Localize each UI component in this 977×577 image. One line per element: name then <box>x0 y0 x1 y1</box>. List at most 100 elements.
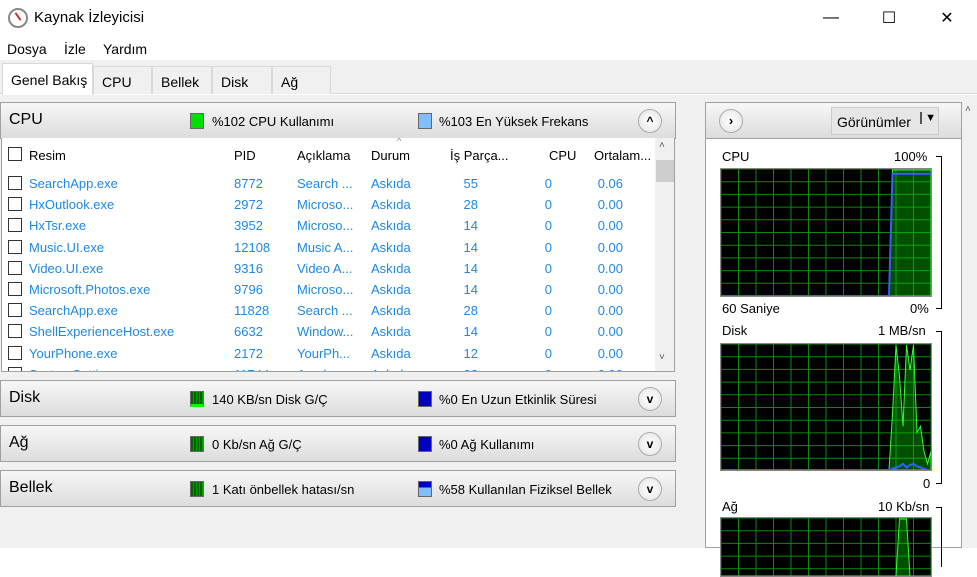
row-checkbox[interactable] <box>8 345 22 360</box>
cell-pid: 11744 <box>234 367 269 371</box>
cell-threads: 14 <box>463 239 478 255</box>
cell-average-cpu: 0.00 <box>597 260 623 276</box>
cell-description: Microso... <box>297 197 354 213</box>
close-button[interactable]: ✕ <box>918 0 976 36</box>
cell-description: Microso... <box>297 282 354 297</box>
table-row[interactable]: SearchApp.exe 11828 Search ... Askıda 28 0 0.0… <box>2 300 654 321</box>
column-header-pid[interactable]: PID <box>234 148 256 163</box>
cell-pid: 11828 <box>234 303 270 319</box>
panel-scrollbar[interactable]: ˄ <box>962 102 977 548</box>
process-table: Resim PID Açıklama ^ Durum İş Parça... C… <box>1 138 675 372</box>
tab-cpu[interactable]: CPU <box>93 66 152 94</box>
cell-image-name: Music.UI.exe <box>29 239 105 255</box>
tab-disk[interactable]: Disk <box>212 66 272 94</box>
collapse-chevron-up-icon[interactable]: ^ <box>638 109 662 133</box>
network-section-header[interactable]: Ağ 0 Kb/sn Ağ G/Ç %0 Ağ Kullanımı v <box>0 425 676 462</box>
select-all-checkbox[interactable] <box>8 147 22 161</box>
cell-average-cpu: 0.06 <box>597 176 623 191</box>
scrollbar-thumb[interactable] <box>656 160 674 182</box>
minimize-button[interactable]: — <box>802 0 860 36</box>
disk-graph-min: 0 <box>923 476 931 491</box>
table-row[interactable]: SearchApp.exe 8772 Search ... Askıda 55 0 0.06 <box>2 173 654 194</box>
row-checkbox[interactable] <box>8 324 22 339</box>
menu-izle[interactable]: İzle <box>64 41 86 57</box>
disk-graph-max: 1 MB/sn <box>878 323 926 338</box>
cell-image-name: HxTsr.exe <box>29 218 87 234</box>
cell-image-name: SearchApp.exe <box>29 303 118 319</box>
tab-ag[interactable]: Ağ <box>272 66 331 94</box>
table-row[interactable]: YourPhone.exe 2172 YourPh... Askıda 12 0 0.00 <box>2 343 654 364</box>
views-dropdown[interactable]: Görünümler ▼ <box>831 107 939 135</box>
cpu-graph <box>720 168 932 297</box>
table-row[interactable]: Music.UI.exe 12108 Music A... Askıda 14 0 0.00 <box>2 237 654 258</box>
disk-section-header[interactable]: Disk 140 KB/sn Disk G/Ç %0 En Uzun Etkin… <box>0 380 676 417</box>
resource-monitor-icon <box>8 8 28 28</box>
row-checkbox[interactable] <box>8 218 22 233</box>
row-checkbox[interactable] <box>8 176 22 190</box>
menu-yardim[interactable]: Yardım <box>103 41 147 57</box>
table-row[interactable]: HxOutlook.exe 2972 Microso... Askıda 28 0 0.00 <box>2 194 654 215</box>
cpu-graph-min: 0% <box>910 301 929 316</box>
cell-pid: 12108 <box>234 239 271 255</box>
column-header-cpu[interactable]: CPU <box>549 148 576 163</box>
collapse-panel-chevron-right-icon[interactable]: › <box>719 109 743 133</box>
cell-status: Askıda <box>371 260 411 276</box>
row-checkbox[interactable] <box>8 239 22 254</box>
menu-dosya[interactable]: Dosya <box>7 41 47 57</box>
expand-chevron-down-icon[interactable]: v <box>638 477 662 501</box>
cell-average-cpu: 0.00 <box>597 282 623 297</box>
tab-genel-bakis[interactable]: Genel Bakış <box>2 63 93 95</box>
network-graph <box>720 517 932 577</box>
cell-image-name: ShellExperienceHost.exe <box>29 324 175 340</box>
network-usage-indicator-icon <box>418 436 432 452</box>
network-graph-label: Ağ <box>722 499 738 514</box>
cpu-graph-timespan: 60 Saniye <box>722 301 780 316</box>
row-checkbox[interactable] <box>8 197 22 212</box>
cell-image-name: Video.UI.exe <box>29 260 104 276</box>
hard-fault-indicator-icon <box>190 481 204 497</box>
row-checkbox[interactable] <box>8 366 22 371</box>
expand-chevron-down-icon[interactable]: v <box>638 387 662 411</box>
expand-chevron-down-icon[interactable]: v <box>638 432 662 456</box>
maximize-button[interactable]: ☐ <box>860 0 918 36</box>
row-checkbox[interactable] <box>8 303 22 318</box>
table-scrollbar[interactable]: ˄ ˅ <box>655 138 674 371</box>
cell-average-cpu: 0.00 <box>597 239 623 255</box>
section-title: Disk <box>9 389 41 406</box>
cell-threads: 14 <box>463 324 478 340</box>
table-row[interactable]: Video.UI.exe 9316 Video A... Askıda 14 0 0.00 <box>2 258 654 279</box>
physical-memory-label: %58 Kullanılan Fiziksel Bellek <box>439 482 612 497</box>
memory-section-header[interactable]: Bellek 1 Katı önbellek hatası/sn %58 Kul… <box>0 470 676 507</box>
cell-threads: 22 <box>464 367 478 371</box>
section-title: CPU <box>9 111 43 128</box>
cell-cpu: 0 <box>544 324 552 340</box>
tab-bellek[interactable]: Bellek <box>152 66 212 94</box>
cell-status: Askıda <box>371 303 411 319</box>
cell-pid: 9316 <box>234 260 263 276</box>
cell-status: Askıda <box>371 345 411 361</box>
hard-fault-label: 1 Katı önbellek hatası/sn <box>212 482 355 497</box>
column-header-ortalama[interactable]: Ortalam... <box>594 148 651 163</box>
table-row[interactable]: SystemSettings.exe 11744 Ayarlar Askıda 22 0 0… <box>2 364 654 371</box>
scroll-down-arrow-icon[interactable]: ˅ <box>659 352 665 363</box>
column-header-resim[interactable]: Resim <box>29 148 66 163</box>
cell-cpu: 0 <box>545 367 552 371</box>
table-row[interactable]: ShellExperienceHost.exe 6632 Window... Askı… <box>2 321 654 342</box>
table-row[interactable]: Microsoft.Photos.exe 9796 Microso... Askıda… <box>2 279 654 300</box>
row-checkbox[interactable] <box>8 260 22 275</box>
row-checkbox[interactable] <box>8 282 22 296</box>
cpu-section-header[interactable]: CPU %102 CPU Kullanımı %103 En Yüksek Fr… <box>0 102 676 139</box>
max-frequency-indicator-icon <box>418 113 432 129</box>
table-row[interactable]: HxTsr.exe 3952 Microso... Askıda 14 0 0.00 <box>2 215 654 236</box>
cell-cpu: 0 <box>544 303 552 319</box>
column-header-is-parcacigi[interactable]: İş Parça... <box>450 148 509 163</box>
column-header-durum[interactable]: Durum <box>371 148 410 163</box>
cpu-graph-label: CPU <box>722 149 750 164</box>
cell-description: Search ... <box>297 176 353 191</box>
column-header-aciklama[interactable]: Açıklama <box>297 148 350 163</box>
scroll-up-arrow-icon[interactable]: ˄ <box>965 104 971 115</box>
cell-cpu: 0 <box>544 176 552 191</box>
cell-pid: 6632 <box>234 324 263 340</box>
cell-cpu: 0 <box>544 282 552 297</box>
scroll-up-arrow-icon[interactable]: ˄ <box>659 140 665 151</box>
